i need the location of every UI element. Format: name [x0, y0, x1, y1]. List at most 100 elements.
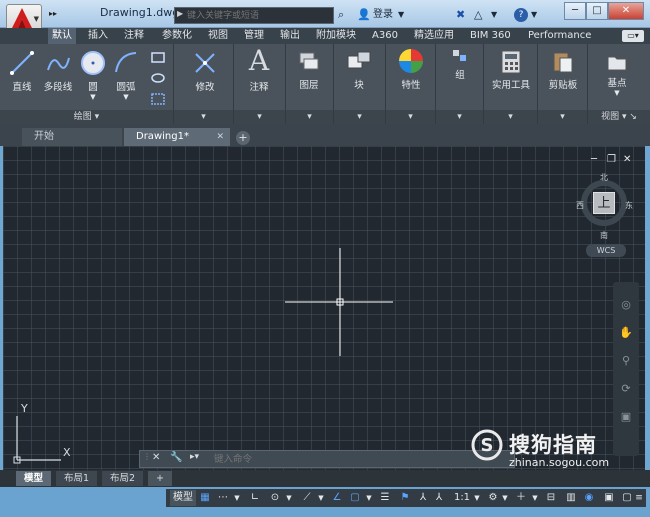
login-button[interactable]: 登录 — [373, 7, 393, 23]
polyline-tool[interactable]: 多段线 — [40, 50, 76, 93]
ribbon-tab-a360[interactable]: A360 — [368, 28, 402, 44]
wrench-icon[interactable]: 🔧 — [170, 452, 182, 463]
ribbon-tab-view[interactable]: 视图 — [204, 28, 232, 44]
command-prompt-icon[interactable]: ▸▾ — [190, 452, 199, 462]
workspace-gear-icon[interactable]: ⚙ — [486, 490, 500, 506]
chevron-down-icon[interactable]: ▾ — [286, 110, 333, 124]
grid-icon[interactable]: ▦ — [198, 490, 212, 506]
annotation-scale-value[interactable]: 1:1 — [452, 490, 472, 506]
ribbon-tab-manage[interactable]: 管理 — [240, 28, 268, 44]
tab-layout2[interactable]: 布局2 — [102, 471, 144, 486]
model-space-button[interactable]: 模型 — [170, 490, 196, 506]
viewcube-east[interactable]: 东 — [625, 200, 633, 211]
annotation-scale-icon[interactable]: ⅄ — [432, 490, 446, 506]
units-icon[interactable]: ⊟ — [544, 490, 558, 506]
customization-menu-icon[interactable]: ≡ — [634, 490, 644, 506]
exchange-icon[interactable]: ✖ — [456, 7, 465, 23]
object-snap-icon[interactable]: ▢ — [348, 490, 362, 506]
chevron-down-icon[interactable]: ▾ — [538, 110, 587, 124]
circle-tool[interactable]: 圆 ▼ — [80, 50, 106, 101]
layers-tool[interactable]: 图层 — [294, 50, 324, 91]
ribbon-minimize-button[interactable]: ▭▾ — [622, 30, 644, 42]
chevron-down-icon[interactable]: ▾ — [436, 110, 483, 124]
drawing-canvas[interactable]: ─ ❐ ✕ 上 北 南 东 西 WCS ◎ ✋ ⚲ ⟳ ▣ Y X ⋮ ✕ 🔧 … — [3, 146, 645, 470]
chevron-down-icon[interactable]: ▼ — [398, 7, 404, 23]
chevron-down-icon[interactable]: ▾ — [386, 110, 435, 124]
draw-panel-title[interactable]: 绘图 ▾ — [0, 110, 173, 124]
annotation-tool[interactable]: A 注释 — [244, 46, 274, 94]
ribbon-tab-parametric[interactable]: 参数化 — [158, 28, 196, 44]
chevron-down-icon[interactable]: ▼ — [531, 7, 537, 23]
clean-screen-icon[interactable]: ▢ — [620, 490, 634, 506]
viewcube-top-face[interactable]: 上 — [593, 192, 615, 214]
snap-icon[interactable]: ⋯ — [216, 490, 230, 506]
block-tool[interactable]: 块 — [344, 50, 374, 91]
isolate-objects-icon[interactable]: ◉ — [582, 490, 596, 506]
chevron-down-icon[interactable]: ▼ — [112, 93, 140, 101]
steering-wheel-icon[interactable]: ◎ — [618, 298, 634, 314]
quick-access-more-icon[interactable]: ▸▸ — [46, 6, 60, 22]
close-tab-icon[interactable]: ✕ — [216, 128, 224, 146]
isodraft-icon[interactable]: ⟋ — [300, 490, 314, 506]
a360-icon[interactable]: △ — [474, 7, 482, 23]
chevron-down-icon[interactable]: ▼ — [500, 490, 510, 506]
plus-icon[interactable]: ＋ — [514, 490, 528, 506]
add-layout-button[interactable]: + — [148, 471, 172, 486]
binoculars-icon[interactable]: ⌕ — [338, 7, 344, 23]
clipboard-tool[interactable]: 剪贴板 — [542, 50, 584, 91]
new-tab-button[interactable]: + — [236, 131, 250, 145]
chevron-down-icon[interactable]: ▼ — [284, 490, 294, 506]
base-tool[interactable]: 基点 ▼ — [600, 52, 634, 97]
polar-icon[interactable]: ⊙ — [268, 490, 282, 506]
restore-viewport-icon[interactable]: ❐ — [607, 154, 616, 165]
annotation-scale-visibility-icon[interactable]: ⚑ — [398, 490, 412, 506]
viewcube-south[interactable]: 南 — [600, 230, 608, 241]
chevron-down-icon[interactable]: ▾ — [334, 110, 385, 124]
ribbon-tab-performance[interactable]: Performance — [524, 28, 595, 44]
rectangle-tool[interactable] — [148, 50, 170, 113]
chevron-down-icon[interactable]: ▼ — [600, 89, 634, 97]
chevron-down-icon[interactable]: ▾ — [234, 110, 285, 124]
line-tool[interactable]: 直线 — [8, 50, 36, 93]
search-box[interactable]: ▶ — [174, 7, 334, 24]
zoom-icon[interactable]: ⚲ — [618, 354, 634, 370]
chevron-down-icon[interactable]: ▼ — [364, 490, 374, 506]
ribbon-tab-annotate[interactable]: 注释 — [120, 28, 148, 44]
annotation-autoscale-icon[interactable]: ⅄ — [416, 490, 430, 506]
showmotion-icon[interactable]: ▣ — [618, 410, 634, 426]
tab-layout1[interactable]: 布局1 — [56, 471, 98, 486]
close-viewport-icon[interactable]: ✕ — [623, 154, 631, 165]
chevron-down-icon[interactable]: ▾ — [174, 110, 233, 124]
ribbon-tab-insert[interactable]: 插入 — [84, 28, 112, 44]
properties-tool[interactable]: 特性 — [396, 48, 426, 91]
minimize-viewport-icon[interactable]: ─ — [591, 154, 597, 165]
ribbon-tab-output[interactable]: 输出 — [276, 28, 304, 44]
user-icon[interactable]: 👤 — [357, 7, 371, 23]
chevron-down-icon[interactable]: ▼ — [530, 490, 540, 506]
maximize-button[interactable]: □ — [586, 2, 608, 20]
ribbon-tab-home[interactable]: 默认 — [48, 28, 76, 44]
close-icon[interactable]: ✕ — [152, 452, 160, 463]
ribbon-tab-featured-apps[interactable]: 精选应用 — [410, 28, 458, 44]
hardware-acceleration-icon[interactable]: ▣ — [602, 490, 616, 506]
command-input[interactable] — [214, 453, 504, 466]
ortho-icon[interactable]: ∟ — [248, 490, 262, 506]
chevron-down-icon[interactable]: ▼ — [316, 490, 326, 506]
chevron-down-icon[interactable]: ▼ — [491, 7, 497, 23]
wcs-menu-button[interactable]: WCS — [586, 244, 626, 257]
command-grip-icon[interactable]: ⋮ — [143, 452, 151, 461]
tab-drawing1[interactable]: Drawing1* ✕ — [124, 128, 230, 146]
minimize-button[interactable]: ─ — [564, 2, 586, 20]
object-snap-tracking-icon[interactable]: ∠ — [330, 490, 344, 506]
tab-model[interactable]: 模型 — [16, 471, 52, 486]
view-panel-title[interactable]: 视图 ▾ ↘ — [588, 110, 650, 124]
tab-start[interactable]: 开始 — [22, 128, 122, 146]
help-button[interactable]: ? — [514, 8, 528, 22]
ribbon-tab-addins[interactable]: 附加模块 — [312, 28, 360, 44]
ribbon-tab-bim360[interactable]: BIM 360 — [466, 28, 515, 44]
orbit-icon[interactable]: ⟳ — [618, 382, 634, 398]
lineweight-icon[interactable]: ☰ — [378, 490, 392, 506]
search-input[interactable] — [187, 9, 331, 22]
chevron-down-icon[interactable]: ▼ — [80, 93, 106, 101]
chevron-down-icon[interactable]: ▾ — [484, 110, 537, 124]
